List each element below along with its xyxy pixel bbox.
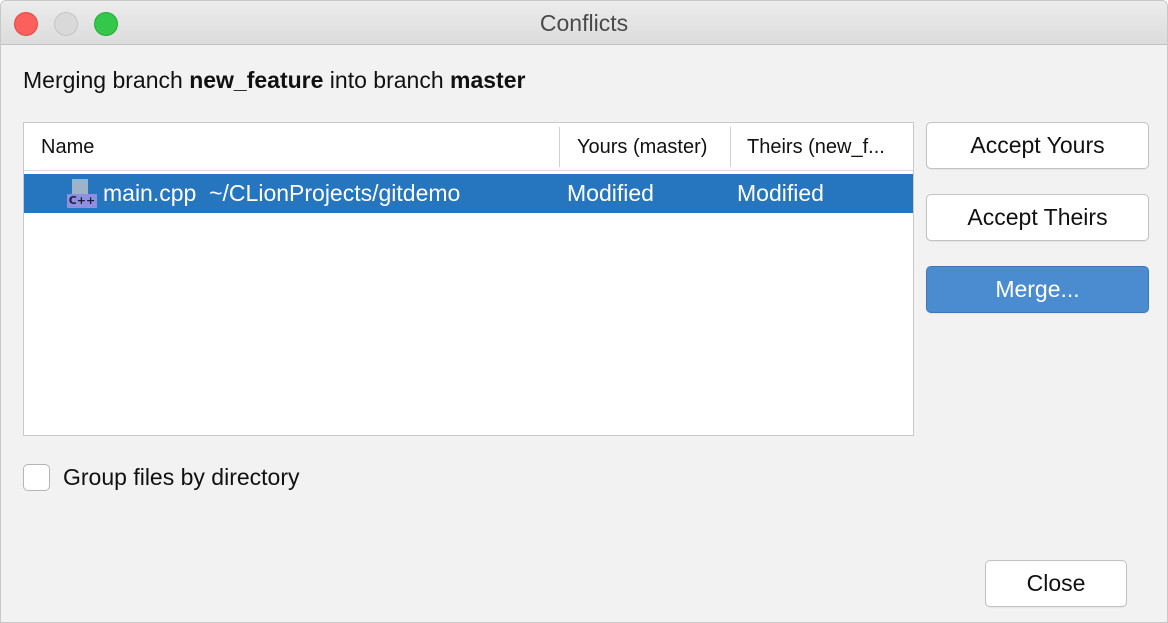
title-bar: Conflicts [1, 1, 1167, 45]
table-header: Name Yours (master) Theirs (new_f... [24, 123, 913, 171]
accept-yours-button[interactable]: Accept Yours [926, 122, 1149, 169]
file-name-cell: main.cpp ~/CLionProjects/gitdemo [103, 180, 460, 207]
source-branch: new_feature [189, 67, 324, 93]
merge-button[interactable]: Merge... [926, 266, 1149, 313]
close-button[interactable]: Close [985, 560, 1127, 607]
column-divider[interactable] [730, 127, 731, 167]
conflicts-table: Name Yours (master) Theirs (new_f... C++… [23, 122, 914, 436]
accept-theirs-button[interactable]: Accept Theirs [926, 194, 1149, 241]
cpp-badge: C++ [67, 194, 97, 208]
column-header-name[interactable]: Name [41, 136, 94, 159]
cpp-file-icon: C++ [67, 179, 97, 209]
merge-description: Merging branch new_feature into branch m… [23, 67, 525, 94]
heading-prefix: Merging branch [23, 67, 190, 93]
column-header-theirs[interactable]: Theirs (new_f... [747, 136, 885, 159]
table-row[interactable]: C++ main.cpp ~/CLionProjects/gitdemo Mod… [24, 174, 913, 213]
group-by-directory-label[interactable]: Group files by directory [63, 464, 299, 491]
heading-middle: into branch [323, 67, 451, 93]
window-title: Conflicts [539, 10, 629, 36]
column-header-yours[interactable]: Yours (master) [577, 136, 707, 159]
group-by-directory-checkbox[interactable] [23, 464, 50, 491]
conflicts-dialog: Conflicts Merging branch new_feature int… [0, 0, 1168, 623]
file-name: main.cpp [103, 180, 197, 206]
target-branch: master [450, 67, 526, 93]
column-divider[interactable] [559, 127, 560, 167]
theirs-status: Modified [737, 180, 824, 206]
file-path: ~/CLionProjects/gitdemo [209, 180, 461, 206]
yours-status: Modified [567, 180, 654, 206]
file-page-shape [72, 179, 88, 194]
